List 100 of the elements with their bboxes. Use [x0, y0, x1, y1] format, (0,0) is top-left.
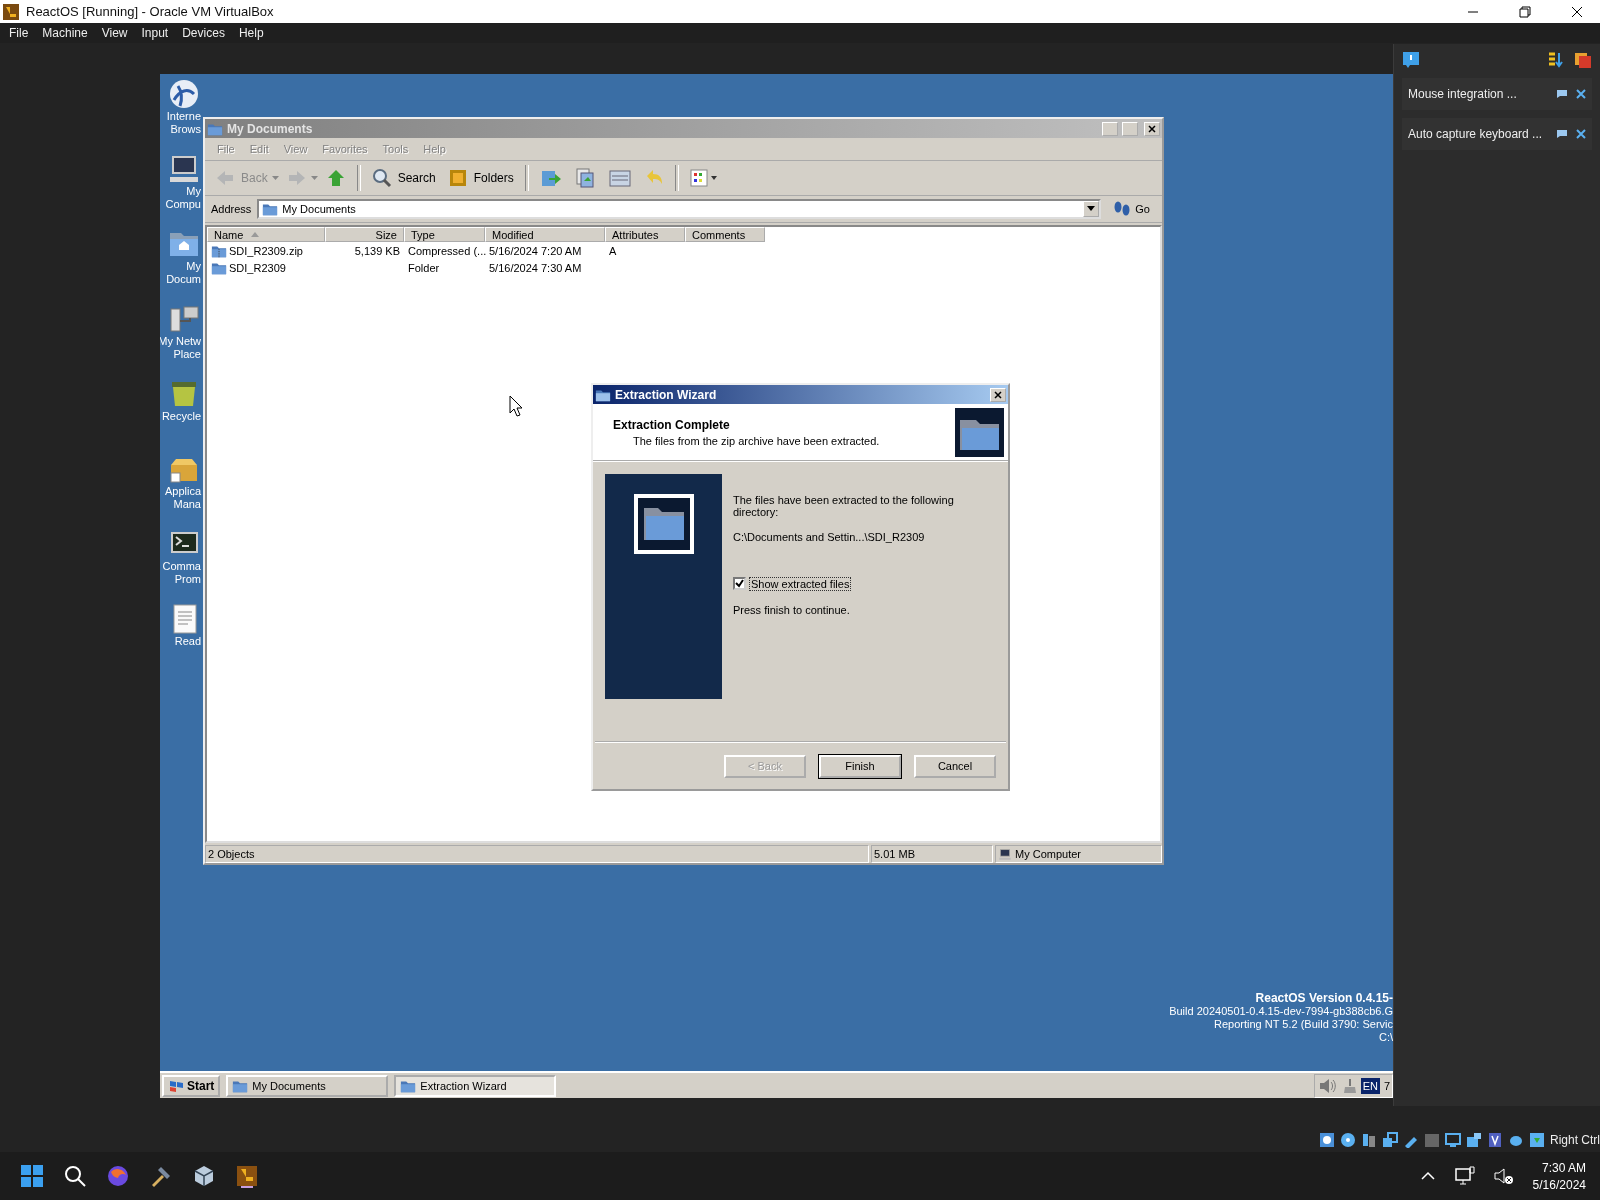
- dialog-button[interactable]: Cancel: [914, 754, 996, 778]
- window-title: ReactOS [Running] - Oracle VM VirtualBox: [26, 4, 274, 19]
- close-icon: [994, 390, 1002, 399]
- table-cell: A: [609, 244, 617, 257]
- copy-to-icon: [573, 167, 596, 189]
- display-icon[interactable]: [1445, 1132, 1461, 1148]
- muted-speaker-icon[interactable]: [1493, 1166, 1514, 1186]
- icon-label[interactable]: Applica: [164, 485, 201, 498]
- icon-label[interactable]: My: [186, 260, 201, 273]
- clock: 7: [1384, 1079, 1392, 1092]
- close-icon[interactable]: [1571, 5, 1583, 18]
- status-text: 5.01 MB: [874, 848, 915, 860]
- icon-label[interactable]: Place: [173, 348, 201, 361]
- icon-label[interactable]: Docum: [166, 273, 201, 286]
- dialog-button[interactable]: Finish: [819, 754, 901, 778]
- address-field[interactable]: My Documents: [257, 199, 1102, 219]
- checkbox-label[interactable]: Show extracted files: [750, 577, 851, 590]
- table-cell: Folder: [408, 261, 440, 274]
- icon-label[interactable]: Comma: [162, 560, 201, 573]
- message-icon[interactable]: [1402, 51, 1420, 69]
- version-text: Build 20240501-0.4.15-dev-7994-gb388cb6.G: [1169, 1005, 1393, 1018]
- pin-icon[interactable]: [1556, 89, 1568, 99]
- column-header[interactable]: Type: [404, 227, 485, 242]
- icon-label[interactable]: Prom: [174, 573, 201, 586]
- back-arrow-icon: [215, 168, 235, 188]
- column-header[interactable]: Modified: [485, 227, 605, 242]
- folders-button[interactable]: Folders: [443, 165, 518, 191]
- icon-label[interactable]: My: [186, 185, 201, 198]
- optical-icon[interactable]: [1340, 1132, 1356, 1148]
- language-indicator[interactable]: EN: [1360, 1077, 1380, 1094]
- taskbar-button[interactable]: Extraction Wizard: [394, 1074, 557, 1097]
- network-icon[interactable]: [1382, 1132, 1398, 1148]
- menu-item[interactable]: View: [101, 26, 136, 40]
- taskbar-button[interactable]: My Documents: [226, 1074, 389, 1097]
- close-icon: [1148, 124, 1156, 133]
- search-button[interactable]: Search: [367, 165, 440, 191]
- flag-icon: [168, 1078, 184, 1093]
- search-icon: [371, 168, 392, 188]
- table-cell: 5/16/2024 7:30 AM: [489, 261, 582, 274]
- checkbox[interactable]: [733, 577, 746, 590]
- menu-item[interactable]: Input: [141, 26, 177, 40]
- forward-arrow-icon: [286, 168, 307, 188]
- version-text: Reporting NT 5.2 (Build 3790: Servic: [1214, 1018, 1393, 1031]
- version-text: ReactOS Version 0.4.15-: [1255, 992, 1393, 1005]
- file-name[interactable]: SDI_R2309: [229, 261, 286, 274]
- menu-item[interactable]: Devices: [182, 26, 233, 40]
- search-icon[interactable]: [63, 1164, 87, 1188]
- restore-icon[interactable]: [1519, 5, 1531, 18]
- app-icon: [2, 2, 20, 21]
- icon-label[interactable]: Read: [174, 635, 201, 648]
- icon-label[interactable]: Interne: [166, 110, 201, 123]
- network-icon: [168, 303, 200, 335]
- address-label: Address: [211, 203, 252, 215]
- menu-item[interactable]: Machine: [42, 26, 96, 40]
- window-title: My Documents: [227, 121, 313, 136]
- icon-label[interactable]: Mana: [173, 498, 201, 511]
- delete-icon: [607, 167, 632, 189]
- version-text: C:\: [1378, 1031, 1393, 1044]
- start-button[interactable]: Start: [162, 1074, 221, 1097]
- table-cell: Compressed (...: [408, 244, 487, 257]
- dropdown-icon[interactable]: [1087, 206, 1096, 212]
- file-name[interactable]: SDI_R2309.zip: [229, 244, 303, 257]
- wizard-subheading: The files from the zip archive have been extracted.: [632, 434, 881, 447]
- message-text: The files have been extracted to the following directory:: [733, 494, 955, 518]
- app-icon[interactable]: [235, 1164, 259, 1188]
- clock-date[interactable]: 5/16/2024: [1532, 1177, 1586, 1192]
- table-cell: 5/16/2024 7:20 AM: [489, 244, 582, 257]
- menu-item[interactable]: Help: [238, 26, 272, 40]
- cube-icon[interactable]: [192, 1164, 216, 1188]
- network-icon[interactable]: [1454, 1166, 1475, 1186]
- views-icon: [689, 169, 718, 187]
- note-text: Press finish to continue.: [733, 604, 851, 616]
- wizard-heading: Extraction Complete: [613, 417, 731, 432]
- host-key-label: Right Ctrl: [1550, 1133, 1600, 1147]
- pin-icon[interactable]: [1556, 129, 1568, 139]
- go-button[interactable]: Go: [1107, 201, 1156, 217]
- column-header[interactable]: Size: [325, 227, 404, 242]
- computer-icon: [168, 153, 200, 185]
- menu-item[interactable]: File: [9, 26, 37, 40]
- globe-icon: [168, 78, 200, 110]
- icon-label[interactable]: Compu: [165, 198, 201, 211]
- folder-icon: [955, 407, 1004, 457]
- icon-label[interactable]: Recycle: [161, 410, 201, 423]
- start-icon[interactable]: [20, 1164, 44, 1188]
- column-header[interactable]: Comments: [685, 227, 765, 242]
- icon-label[interactable]: Brows: [170, 123, 201, 136]
- speaker-icon[interactable]: [1318, 1077, 1337, 1094]
- notification-item[interactable]: Auto capture keyboard ...: [1402, 118, 1592, 150]
- column-header[interactable]: Attributes: [605, 227, 685, 242]
- path-text: C:\Documents and Settin...\SDI_R2309: [733, 531, 926, 543]
- sort-icon[interactable]: [1548, 52, 1564, 68]
- browser-icon[interactable]: [106, 1164, 130, 1188]
- check-icon: [735, 579, 744, 588]
- notification-item[interactable]: Mouse integration ...: [1402, 78, 1592, 110]
- icon-label[interactable]: My Netw: [160, 335, 201, 348]
- close-button[interactable]: [990, 387, 1006, 402]
- clock-time[interactable]: 7:30 AM: [1541, 1160, 1586, 1175]
- window-title: Extraction Wizard: [615, 387, 717, 402]
- column-header[interactable]: Name: [207, 227, 325, 242]
- computer-icon: [998, 847, 1012, 861]
